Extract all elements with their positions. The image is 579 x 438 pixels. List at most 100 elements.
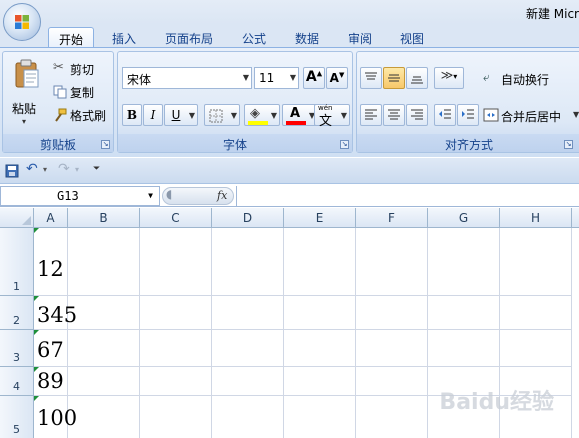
column-header-a[interactable]: A (34, 208, 68, 228)
row-header[interactable]: 4 (0, 367, 34, 396)
formula-input[interactable] (236, 186, 579, 206)
cell[interactable] (356, 367, 428, 396)
row-header[interactable]: 5 (0, 396, 34, 438)
copy-button[interactable]: 复制 (53, 83, 113, 101)
phonetic-button[interactable]: wén 文 ▼ (314, 104, 350, 129)
row-header[interactable]: 3 (0, 330, 34, 367)
cell[interactable] (212, 396, 284, 438)
cell[interactable] (140, 396, 212, 438)
grow-font-button[interactable]: A▲ (303, 67, 325, 89)
tab-page-layout[interactable]: 页面布局 (155, 27, 223, 48)
insert-function-icon[interactable]: fx (217, 189, 227, 202)
cell[interactable] (284, 396, 356, 438)
shrink-font-button[interactable]: A▼ (326, 67, 348, 89)
cell-a3[interactable]: 67 (34, 330, 68, 367)
cell[interactable] (284, 296, 356, 330)
tab-insert[interactable]: 插入 (102, 27, 146, 48)
chevron-down-icon: ▼ (270, 111, 277, 120)
align-right-button[interactable] (406, 104, 428, 126)
format-painter-button[interactable]: 格式刷 (53, 106, 113, 124)
undo-dropdown-icon[interactable]: ▾ (43, 165, 47, 174)
cell[interactable] (500, 296, 572, 330)
cell[interactable] (356, 296, 428, 330)
paste-dropdown-icon[interactable]: ▾ (22, 117, 26, 126)
office-button[interactable] (3, 3, 41, 41)
column-header-c[interactable]: C (140, 208, 212, 228)
borders-button[interactable]: ▼ (204, 104, 240, 126)
underline-button[interactable]: U ▼ (164, 104, 198, 126)
column-header-f[interactable]: F (356, 208, 428, 228)
cell[interactable] (284, 330, 356, 367)
column-header-b[interactable]: B (68, 208, 140, 228)
font-size-select[interactable]: 11 ▼ (254, 67, 299, 89)
chevron-down-icon[interactable]: ▼ (573, 110, 579, 119)
decrease-indent-button[interactable] (434, 104, 456, 126)
cell[interactable] (428, 296, 500, 330)
align-left-button[interactable] (360, 104, 382, 126)
row-header[interactable]: 2 (0, 296, 34, 330)
tab-formulas[interactable]: 公式 (232, 27, 276, 48)
merge-center-button[interactable]: 合并后居中 ▼ (483, 107, 579, 125)
cell[interactable] (140, 296, 212, 330)
paste-button[interactable]: 粘贴 ▾ (8, 57, 46, 129)
cell[interactable] (140, 228, 212, 296)
cell[interactable] (68, 330, 140, 367)
font-color-button[interactable]: A ▼ (282, 104, 318, 126)
clipboard-launcher-icon[interactable]: ↘ (101, 140, 110, 149)
cell[interactable] (212, 296, 284, 330)
align-bottom-button[interactable] (406, 67, 428, 89)
cell-a4[interactable]: 89 (34, 367, 68, 396)
cell[interactable] (284, 228, 356, 296)
cell[interactable] (356, 330, 428, 367)
cell[interactable] (500, 330, 572, 367)
column-header-d[interactable]: D (212, 208, 284, 228)
column-header-h[interactable]: H (500, 208, 572, 228)
cell[interactable] (140, 330, 212, 367)
cell[interactable] (212, 228, 284, 296)
align-middle-button[interactable] (383, 67, 405, 89)
orientation-button[interactable]: ≫▾ (434, 67, 464, 89)
cell[interactable] (428, 228, 500, 296)
customize-qat-icon[interactable]: ⏷ (93, 164, 100, 174)
increase-indent-button[interactable] (457, 104, 479, 126)
column-header-partial[interactable] (572, 208, 579, 228)
tab-view[interactable]: 视图 (390, 27, 434, 48)
cell[interactable] (356, 228, 428, 296)
cell-a1[interactable]: 12 (34, 228, 68, 296)
alignment-launcher-icon[interactable]: ↘ (564, 140, 573, 149)
cell[interactable] (500, 228, 572, 296)
column-header-g[interactable]: G (428, 208, 500, 228)
cell[interactable] (356, 396, 428, 438)
cell[interactable] (428, 330, 500, 367)
cell[interactable] (284, 367, 356, 396)
align-center-button[interactable] (383, 104, 405, 126)
cell-a5[interactable]: 100 (34, 396, 77, 438)
chevron-down-icon[interactable]: ▼ (148, 191, 153, 200)
tab-review[interactable]: 审阅 (338, 27, 382, 48)
row-header[interactable]: 1 (0, 228, 34, 296)
column-header-e[interactable]: E (284, 208, 356, 228)
wrap-text-button[interactable]: ⤶ 自动换行 (483, 70, 579, 88)
select-all-button[interactable] (0, 208, 34, 228)
formula-resize-icon[interactable]: ◖ (166, 187, 172, 201)
cell[interactable] (212, 367, 284, 396)
cell[interactable] (68, 296, 140, 330)
cell[interactable] (68, 396, 140, 438)
cell[interactable] (68, 367, 140, 396)
fill-color-button[interactable]: ◈ ▼ (244, 104, 280, 126)
align-top-button[interactable] (360, 67, 382, 89)
bold-button[interactable]: B (122, 104, 142, 126)
italic-button[interactable]: I (143, 104, 163, 126)
cut-button[interactable]: ✂ 剪切 (53, 60, 113, 78)
tab-data[interactable]: 数据 (285, 27, 329, 48)
save-icon[interactable] (5, 164, 19, 178)
name-box[interactable]: G13 ▼ (0, 186, 160, 206)
undo-icon[interactable]: ↶ (26, 161, 38, 177)
font-name-select[interactable]: 宋体 ▼ (122, 67, 252, 89)
cell[interactable] (140, 367, 212, 396)
tab-home[interactable]: 开始 (48, 27, 95, 48)
font-launcher-icon[interactable]: ↘ (340, 140, 349, 149)
cell-a2[interactable]: 345 (34, 296, 77, 330)
cell[interactable] (68, 228, 140, 296)
cell[interactable] (212, 330, 284, 367)
